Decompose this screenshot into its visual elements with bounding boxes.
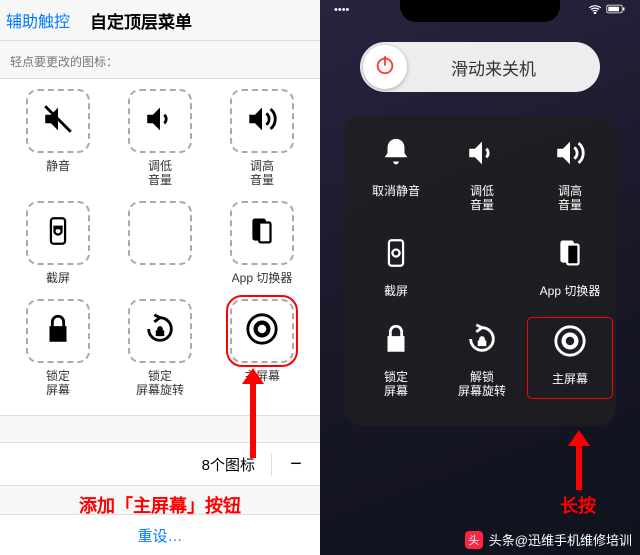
watermark: 头 头条@迅维手机维修培训 bbox=[465, 530, 632, 549]
panel-cell-unlock-rotation[interactable]: 解锁 屏幕旋转 bbox=[442, 318, 522, 398]
mute-icon bbox=[41, 102, 75, 141]
panel-cell-app-switcher[interactable]: App 切换器 bbox=[530, 232, 610, 298]
grid-label: 锁定 屏幕旋转 bbox=[136, 369, 184, 397]
grid-label: 锁定 屏幕 bbox=[46, 369, 70, 397]
wifi-icon bbox=[588, 4, 602, 17]
grid-cell-screenshot[interactable]: 截屏 bbox=[19, 201, 97, 285]
rotation-lock-icon bbox=[143, 312, 177, 351]
power-knob[interactable] bbox=[363, 45, 407, 89]
app-switcher-icon bbox=[245, 214, 279, 253]
grid-cell-app-switcher[interactable]: App 切换器 bbox=[223, 201, 301, 285]
panel-cell-vol-up[interactable]: 调高 音量 bbox=[530, 132, 610, 212]
phone-camera-icon bbox=[379, 236, 413, 275]
power-off-label: 滑动来关机 bbox=[407, 55, 600, 80]
panel-cell-lock-screen[interactable]: 锁定 屏幕 bbox=[356, 318, 436, 398]
status-right bbox=[588, 4, 626, 17]
panel-cell-screenshot[interactable]: 截屏 bbox=[356, 232, 436, 298]
volume-up-icon bbox=[245, 102, 279, 141]
panel-label: 主屏幕 bbox=[552, 372, 588, 386]
panel-label: 解锁 屏幕旋转 bbox=[458, 370, 506, 398]
grid-cell-lock-rotation[interactable]: 锁定 屏幕旋转 bbox=[121, 299, 199, 397]
home-button-icon bbox=[245, 312, 279, 351]
slide-to-power-off[interactable]: 滑动来关机 bbox=[360, 42, 600, 92]
section-hint: 轻点要更改的图标： bbox=[0, 41, 320, 78]
annotation-arrow-icon bbox=[568, 430, 590, 490]
grid-cell-empty[interactable] bbox=[121, 201, 199, 285]
grid-cell-lock-screen[interactable]: 锁定 屏幕 bbox=[19, 299, 97, 397]
status-signal: •••• bbox=[334, 4, 349, 16]
grid-label: App 切换器 bbox=[232, 271, 293, 285]
volume-down-icon bbox=[465, 136, 499, 175]
panel-label: 调高 音量 bbox=[558, 184, 582, 212]
icon-count-row: 8个图标 − bbox=[0, 442, 320, 486]
bell-icon bbox=[379, 136, 413, 175]
panel-label: 调低 音量 bbox=[470, 184, 494, 212]
back-button[interactable]: 辅助触控 bbox=[0, 8, 70, 32]
assistive-touch-panel: 取消静音 调低 音量 调高 音量 bbox=[344, 116, 616, 426]
volume-down-icon bbox=[143, 102, 177, 141]
grid-cell-vol-down[interactable]: 调低 音量 bbox=[121, 89, 199, 187]
panel-label: 取消静音 bbox=[372, 184, 420, 198]
icon-grid: 静音 调低 音量 调高 音量 截屏 bbox=[0, 78, 320, 416]
reset-button[interactable]: 重设… bbox=[0, 514, 320, 555]
rotation-unlock-icon bbox=[465, 322, 499, 361]
panel-cell-vol-down[interactable]: 调低 音量 bbox=[442, 132, 522, 212]
lock-icon bbox=[379, 322, 413, 361]
decrement-button[interactable]: − bbox=[271, 453, 308, 476]
grid-label: 调高 音量 bbox=[250, 159, 274, 187]
grid-label: 静音 bbox=[46, 159, 70, 173]
panel-cell-home[interactable]: 主屏幕 bbox=[528, 318, 612, 398]
panel-label: 截屏 bbox=[384, 284, 408, 298]
grid-label: 截屏 bbox=[46, 271, 70, 285]
app-switcher-icon bbox=[553, 236, 587, 275]
battery-icon bbox=[606, 4, 626, 17]
grid-cell-vol-up[interactable]: 调高 音量 bbox=[223, 89, 301, 187]
grid-label: 调低 音量 bbox=[148, 159, 172, 187]
phone-camera-icon bbox=[41, 214, 75, 253]
annotation-arrow-icon bbox=[242, 368, 264, 458]
power-icon bbox=[374, 54, 396, 81]
volume-up-icon bbox=[553, 136, 587, 175]
nav-bar: 辅助触控 自定顶层菜单 bbox=[0, 0, 320, 41]
grid-cell-mute[interactable]: 静音 bbox=[19, 89, 97, 187]
watermark-text: 头条@迅维手机维修培训 bbox=[489, 530, 632, 549]
panel-cell-unmute[interactable]: 取消静音 bbox=[356, 132, 436, 212]
annotation-caption: 长按 bbox=[538, 492, 618, 518]
watermark-logo-icon: 头 bbox=[465, 531, 483, 549]
page-title: 自定顶层菜单 bbox=[90, 8, 192, 33]
lock-icon bbox=[41, 312, 75, 351]
panel-label: App 切换器 bbox=[540, 284, 601, 298]
panel-cell-empty bbox=[442, 232, 522, 298]
panel-label: 锁定 屏幕 bbox=[384, 370, 408, 398]
home-button-icon bbox=[553, 324, 587, 363]
device-notch bbox=[400, 0, 560, 22]
